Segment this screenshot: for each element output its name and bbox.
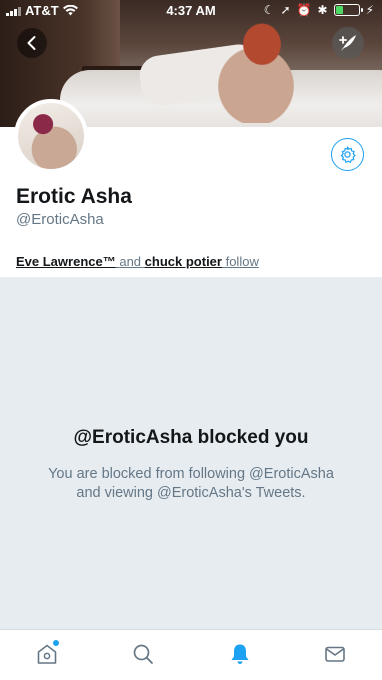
followers-you-know-link[interactable]: Eve Lawrence™ and chuck potier follow <box>16 254 259 269</box>
profile-settings-button[interactable] <box>331 138 364 171</box>
tab-notifications[interactable] <box>228 642 252 666</box>
bluetooth-icon: ✱ <box>317 3 328 17</box>
profile-handle: @EroticAsha <box>16 211 104 228</box>
compose-tweet-icon <box>339 35 356 51</box>
gear-icon <box>340 146 356 163</box>
tab-bar <box>0 629 382 680</box>
search-icon <box>133 644 153 664</box>
notifications-bell-icon <box>231 644 249 664</box>
tab-messages[interactable] <box>323 642 347 666</box>
blocked-title: @EroticAsha blocked you <box>73 427 309 448</box>
status-bar: AT&T 4:37 AM ☾ ➚ ⏰ ✱ ⚡ <box>0 0 382 22</box>
avatar[interactable] <box>14 99 88 173</box>
chevron-left-icon <box>27 36 36 50</box>
charging-icon: ⚡ <box>365 3 374 17</box>
back-button[interactable] <box>17 28 47 58</box>
status-icons: ☾ ➚ ⏰ ✱ ⚡ <box>264 3 374 17</box>
follower-name[interactable]: Eve Lawrence™ <box>16 254 116 269</box>
blocked-panel <box>0 277 382 629</box>
moon-icon: ☾ <box>263 3 275 17</box>
unread-dot <box>53 640 59 646</box>
compose-tweet-button[interactable] <box>332 27 364 59</box>
battery-icon <box>333 4 363 16</box>
location-arrow-icon: ➚ <box>280 3 291 17</box>
messages-envelope-icon <box>325 646 345 662</box>
profile-name: Erotic Asha <box>16 185 132 208</box>
tab-search[interactable] <box>131 642 155 666</box>
blocked-description: You are blocked from following @EroticAs… <box>48 466 334 501</box>
alarm-icon: ⏰ <box>296 3 312 17</box>
follower-name[interactable]: chuck potier <box>145 254 222 269</box>
